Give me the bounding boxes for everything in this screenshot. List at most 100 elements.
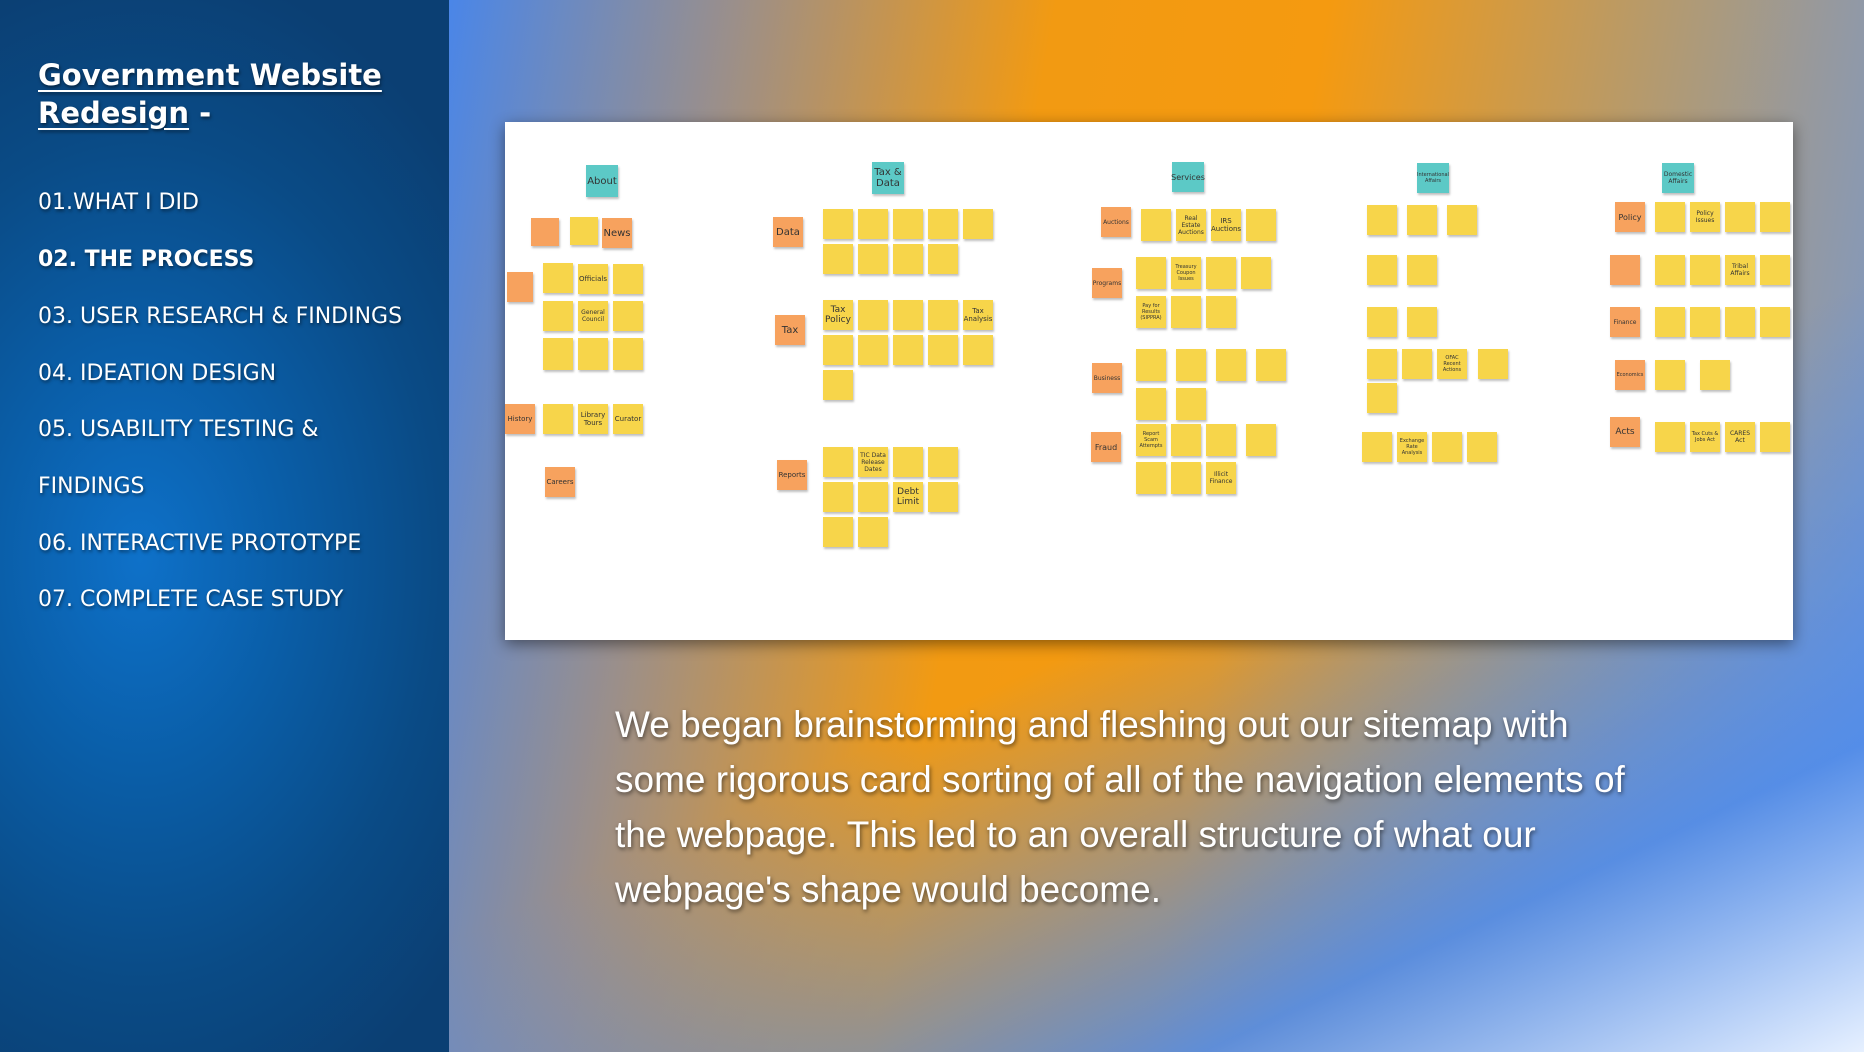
sticky-category-fraud: Fraud [1091,432,1121,462]
sticky-card [1478,349,1508,379]
nav-usability-testing-cont[interactable]: FINDINGS [38,474,145,499]
card-sort-board: About Tax & Data Services International … [505,122,1793,640]
sticky-category-policy: Policy [1615,202,1645,232]
sticky-card-pay-for-results: Pay for Results (SIPPRA) [1136,296,1166,328]
sticky-card-cares-act: CARES Act [1725,422,1755,452]
sticky-card-exchange-rate: Exchange Rate Analysis [1397,432,1427,462]
sticky-category-tax: Tax [775,315,805,345]
sticky-card [1171,462,1201,494]
process-description: We began brainstorming and fleshing out … [615,704,1625,910]
sticky-card [1136,462,1166,494]
sticky-card [1367,307,1397,337]
sticky-card [1760,255,1790,285]
sticky-card [1171,424,1201,456]
sticky-card [823,335,853,365]
sticky-card [1402,349,1432,379]
sticky-header-domestic: Domestic Affairs [1662,163,1694,193]
sticky-card [823,370,853,400]
sticky-card [1176,349,1206,381]
sticky-category-history: History [505,404,535,434]
sticky-card [1700,360,1730,390]
sticky-category-news: News [602,218,632,248]
sticky-card [1655,360,1685,390]
sticky-card [963,209,993,239]
sticky-card [1655,422,1685,452]
sticky-category-business: Business [1092,363,1122,393]
sticky-header-about: About [586,165,618,197]
sticky-card [543,301,573,331]
sticky-category-finance: Finance [1610,307,1640,337]
sticky-card-tax-cuts-jobs: Tax Cuts & Jobs Act [1690,422,1720,452]
sticky-card [823,447,853,477]
sticky-card [543,338,573,370]
sticky-card [823,517,853,547]
sticky-card [1690,255,1720,285]
sticky-category-programs: Programs [1092,268,1122,298]
nav-usability-testing[interactable]: 05. USABILITY TESTING & [38,417,319,442]
sticky-card [1241,257,1271,289]
sticky-card-tribal-affairs: Tribal Affairs [1725,255,1755,285]
sticky-card-debt-limit: Debt Limit [893,482,923,512]
sticky-card [1362,432,1392,462]
nav-what-i-did[interactable]: 01.WHAT I DID [38,190,199,215]
sticky-card-tax-analysis: Tax Analysis [963,300,993,330]
sticky-card [1432,432,1462,462]
sticky-card [1467,432,1497,462]
sticky-card [893,244,923,274]
sticky-card [613,264,643,294]
nav-interactive-prototype[interactable]: 06. INTERACTIVE PROTOTYPE [38,531,361,556]
sticky-card [1171,296,1201,328]
sticky-card [578,338,608,370]
sticky-card-ofac-recent: OFAC Recent Actions [1437,349,1467,379]
sticky-card [823,482,853,512]
sticky-card [928,300,958,330]
nav-ideation-design[interactable]: 04. IDEATION DESIGN [38,361,276,386]
nav-user-research[interactable]: 03. USER RESEARCH & FINDINGS [38,304,402,329]
sticky-card [893,300,923,330]
sticky-card [1690,307,1720,337]
sticky-header-tax-data: Tax & Data [872,162,904,194]
nav-the-process[interactable]: 02. THE PROCESS [38,247,254,272]
sticky-card [1655,202,1685,232]
sticky-card [928,335,958,365]
sticky-category-data: Data [773,217,803,247]
sticky-card [1610,255,1640,285]
sticky-card-library-tours: Library Tours [578,404,608,434]
sticky-card [1367,255,1397,285]
sticky-card-tic-data: TIC Data Release Dates [858,447,888,477]
sidebar: Government Website Redesign - 01.WHAT I … [0,0,449,1052]
sticky-card [1407,255,1437,285]
sticky-header-services: Services [1171,162,1205,192]
sticky-card [1655,255,1685,285]
sticky-card [928,209,958,239]
sticky-card-report-scam: Report Scam Attempts [1136,424,1166,456]
sticky-card [1367,383,1397,413]
sticky-card [1136,257,1166,289]
sticky-card [1367,349,1397,379]
sticky-card [858,209,888,239]
site-title-suffix: - [189,96,212,130]
sticky-card [1256,349,1286,381]
sticky-card [858,482,888,512]
sticky-card [1216,349,1246,381]
sticky-category-reports: Reports [777,460,807,490]
sticky-card [570,217,598,245]
sticky-card [823,209,853,239]
sticky-card-irs-auctions: IRS Auctions [1211,209,1241,241]
sticky-card [1246,209,1276,241]
sticky-category-auctions: Auctions [1101,207,1131,237]
sticky-header-international: International Affairs [1417,163,1449,193]
nav-complete-case-study[interactable]: 07. COMPLETE CASE STUDY [38,587,343,612]
sticky-card [1206,257,1236,289]
sticky-card [1655,307,1685,337]
sticky-card [963,335,993,365]
sticky-card-illicit-finance: Illicit Finance [1206,462,1236,494]
sticky-card [893,209,923,239]
site-title[interactable]: Government Website Redesign - [38,56,418,132]
sticky-card [928,244,958,274]
sticky-card [823,244,853,274]
sticky-card [1136,349,1166,381]
sticky-card [1176,388,1206,420]
sticky-card [928,447,958,477]
sticky-card [543,404,573,434]
